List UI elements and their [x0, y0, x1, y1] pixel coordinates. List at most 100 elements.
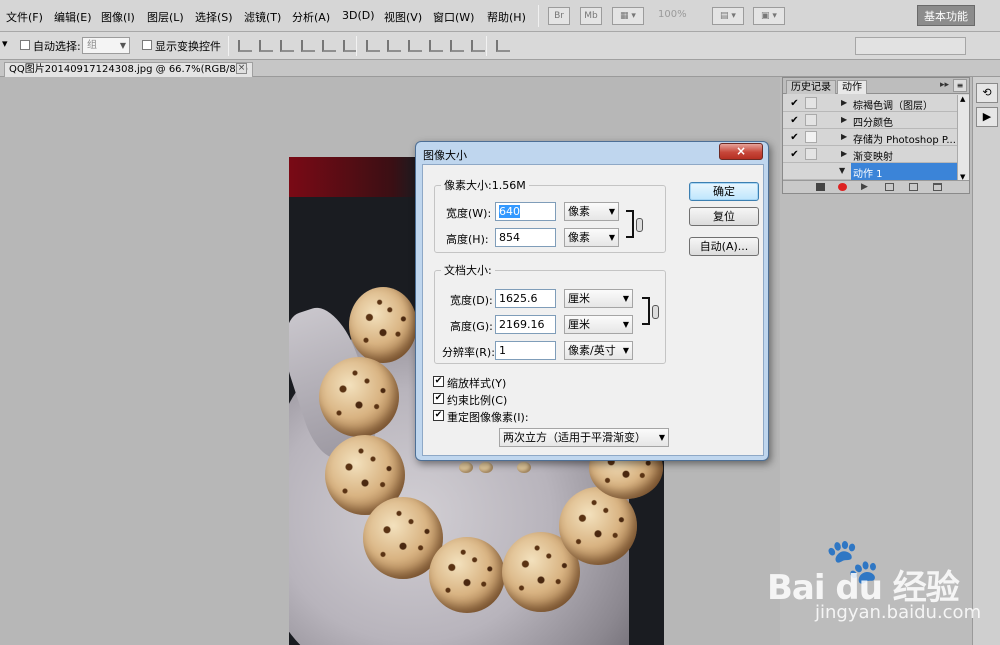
zoom-level[interactable]: 100% — [658, 9, 687, 20]
menu-window[interactable]: 窗口(W) — [433, 9, 474, 25]
action-row[interactable]: ✔ ▶ 棕褐色调（图层） — [783, 95, 957, 112]
show-transform-checkbox[interactable] — [142, 40, 152, 50]
image-small-bead — [517, 462, 531, 473]
resample-checkbox[interactable]: ✔ — [433, 410, 444, 421]
history-panel-icon[interactable]: ⟲ — [976, 83, 998, 103]
resample-label: 重定图像像素(I): — [447, 411, 529, 424]
doc-width-label: 宽度(D): — [450, 294, 493, 307]
record-icon[interactable] — [838, 183, 847, 191]
arrange-documents-icon[interactable]: ▤ ▾ — [712, 7, 744, 25]
reset-button[interactable]: 复位 — [689, 207, 759, 226]
scroll-up-icon[interactable]: ▲ — [960, 95, 965, 103]
menu-layer[interactable]: 图层(L) — [147, 9, 184, 25]
tab-history[interactable]: 历史记录 — [786, 80, 836, 94]
distribute-vcenter-icon[interactable] — [387, 40, 401, 52]
menu-image[interactable]: 图像(I) — [101, 9, 135, 25]
distribute-hcenter-icon[interactable] — [450, 40, 464, 52]
scale-styles-checkbox[interactable]: ✔ — [433, 376, 444, 387]
resample-method-select[interactable]: 两次立方（适用于平滑渐变） ▼ — [499, 428, 669, 447]
align-hcenter-icon[interactable] — [322, 40, 336, 52]
distribute-buttons — [366, 40, 485, 53]
expand-triangle-icon[interactable]: ▶ — [841, 149, 847, 158]
doc-width-input[interactable]: 1625.6 — [495, 289, 556, 308]
chevron-down-icon: ▼ — [608, 233, 615, 242]
panel-collapse-icon[interactable]: ▸▸ — [940, 80, 949, 90]
doc-height-unit-select[interactable]: 厘米 ▼ — [564, 315, 633, 334]
width-input[interactable]: 640 — [495, 202, 556, 221]
menu-file[interactable]: 文件(F) — [6, 9, 43, 25]
height-input[interactable]: 854 — [495, 228, 556, 247]
action-dialog-toggle[interactable] — [805, 131, 817, 143]
expand-triangle-icon[interactable]: ▶ — [841, 98, 847, 107]
action-row[interactable]: ✔ ▶ 存储为 Photoshop P... — [783, 129, 957, 146]
trash-icon[interactable] — [933, 183, 942, 191]
doc-width-unit-select[interactable]: 厘米 ▼ — [564, 289, 633, 308]
close-dialog-button[interactable]: × — [719, 143, 763, 160]
expand-triangle-icon[interactable]: ▶ — [841, 115, 847, 124]
constrain-bracket — [626, 210, 634, 238]
menu-3d[interactable]: 3D(D) — [342, 9, 375, 22]
action-toggle-checkbox[interactable]: ✔ — [789, 132, 800, 143]
distribute-top-icon[interactable] — [366, 40, 380, 52]
menu-filter[interactable]: 滤镜(T) — [244, 9, 281, 25]
align-vcenter-icon[interactable] — [259, 40, 273, 52]
distribute-bottom-icon[interactable] — [408, 40, 422, 52]
distribute-right-icon[interactable] — [471, 40, 485, 52]
align-left-icon[interactable] — [301, 40, 315, 52]
constrain-proportions-checkbox[interactable]: ✔ — [433, 393, 444, 404]
panel-menu-icon[interactable]: ≡ — [953, 79, 967, 92]
menu-select[interactable]: 选择(S) — [195, 9, 233, 25]
actions-panel-icon[interactable]: ▶ — [976, 107, 998, 127]
auto-select-dropdown[interactable]: 组 ▼ — [82, 37, 130, 54]
height-unit-select[interactable]: 像素 ▼ — [564, 228, 619, 247]
stop-icon[interactable] — [816, 183, 825, 191]
distribute-left-icon[interactable] — [429, 40, 443, 52]
action-row-selected[interactable]: ▼ 动作 1 — [783, 163, 957, 180]
align-bottom-icon[interactable] — [280, 40, 294, 52]
action-dialog-toggle[interactable] — [805, 114, 817, 126]
resolution-input[interactable]: 1 — [495, 341, 556, 360]
document-tab[interactable]: QQ图片20140917124308.jpg @ 66.7%(RGB/8#) — [4, 62, 254, 77]
action-toggle-checkbox[interactable] — [789, 166, 800, 177]
action-toggle-checkbox[interactable]: ✔ — [789, 115, 800, 126]
baidu-watermark: 🐾 Bai du 经验 jingyan.baidu.com — [765, 540, 1000, 645]
auto-select-checkbox[interactable] — [20, 40, 30, 50]
action-toggle-checkbox[interactable]: ✔ — [789, 98, 800, 109]
resample-method: 两次立方（适用于平滑渐变） — [503, 431, 646, 444]
play-icon[interactable]: ▶ — [861, 183, 870, 192]
menu-edit[interactable]: 编辑(E) — [54, 9, 92, 25]
bridge-button[interactable]: Br — [548, 7, 570, 25]
panel-scrollbar[interactable]: ▲ ▼ — [957, 95, 969, 181]
action-row[interactable]: ✔ ▶ 四分颜色 — [783, 112, 957, 129]
screen-mode-icon[interactable]: ▣ ▾ — [753, 7, 785, 25]
chain-link-icon — [636, 218, 643, 232]
doc-height-input[interactable]: 2169.16 — [495, 315, 556, 334]
action-dialog-toggle[interactable] — [805, 148, 817, 160]
action-toggle-checkbox[interactable]: ✔ — [789, 149, 800, 160]
chevron-down-icon: ▼ — [658, 433, 665, 442]
action-dialog-toggle[interactable] — [805, 97, 817, 109]
doc-height-value: 2169.16 — [499, 318, 545, 331]
new-action-icon[interactable] — [909, 183, 918, 191]
new-set-icon[interactable] — [885, 183, 894, 191]
workspace-button[interactable]: 基本功能 — [917, 5, 975, 26]
view-extras-icon[interactable]: ▦ ▾ — [612, 7, 644, 25]
auto-button[interactable]: 自动(A)... — [689, 237, 759, 256]
mini-bridge-button[interactable]: Mb — [580, 7, 602, 25]
align-top-icon[interactable] — [238, 40, 252, 52]
width-unit-select[interactable]: 像素 ▼ — [564, 202, 619, 221]
auto-align-layers-icon[interactable] — [496, 40, 510, 52]
align-right-icon[interactable] — [343, 40, 357, 52]
menu-help[interactable]: 帮助(H) — [487, 9, 526, 25]
close-tab-icon[interactable]: × — [236, 63, 247, 74]
menu-analysis[interactable]: 分析(A) — [292, 9, 330, 25]
resolution-unit-select[interactable]: 像素/英寸 ▼ — [564, 341, 633, 360]
dialog-title: 图像大小 — [423, 149, 467, 162]
menu-view[interactable]: 视图(V) — [384, 9, 422, 25]
tab-actions[interactable]: 动作 — [837, 80, 867, 94]
ok-button[interactable]: 确定 — [689, 182, 759, 201]
expand-triangle-icon[interactable]: ▶ — [841, 132, 847, 141]
action-row[interactable]: ✔ ▶ 渐变映射 — [783, 146, 957, 163]
tool-preset-arrow-icon[interactable]: ▾ — [2, 37, 8, 50]
collapse-triangle-icon[interactable]: ▼ — [839, 166, 845, 175]
